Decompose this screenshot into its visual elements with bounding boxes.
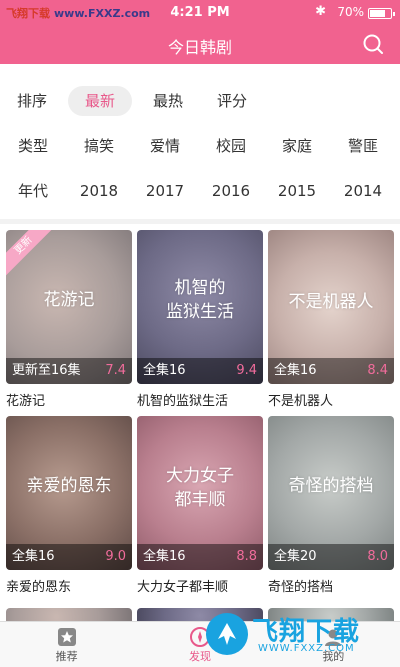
year-option-2018[interactable]: 2018 <box>66 176 132 206</box>
drama-name[interactable]: 机智的监狱生活 <box>137 390 263 409</box>
drama-name[interactable]: 大力女子都丰顺 <box>137 576 263 595</box>
sort-row: 排序 最新 最热 评分 <box>0 78 400 123</box>
poster-title: 亲爱的恩东 <box>26 476 112 496</box>
app-header: 今日韩剧 <box>0 26 400 64</box>
rating-score: 8.4 <box>367 363 388 378</box>
poster-title: 不是机器人 <box>288 292 374 312</box>
watermark-logo: 飞翔下载 WWW.FXXZ.COM <box>204 607 394 661</box>
update-ribbon: 更新 <box>6 230 58 280</box>
search-icon[interactable] <box>362 33 384 55</box>
year-row: 年代 2018 2017 2016 2015 2014 <box>0 168 400 213</box>
poster-info-bar: 更新至16集 7.4 <box>6 358 132 384</box>
bluetooth-icon: ✱ <box>315 4 326 19</box>
page-title: 今日韩剧 <box>167 38 232 57</box>
poster-title: 花游记 <box>43 290 95 310</box>
poster-info-bar: 全集20 8.0 <box>268 544 394 570</box>
genre-option-crime[interactable]: 警匪 <box>330 131 396 161</box>
drama-poster[interactable]: 大力女子 都丰顺 全集16 8.8 <box>137 416 263 570</box>
watermark-site: WWW.FXXZ.COM <box>258 643 355 654</box>
drama-card[interactable]: 大力女子 都丰顺 全集16 8.8 大力女子都丰顺 <box>137 416 263 595</box>
poster-info-bar: 全集16 8.8 <box>137 544 263 570</box>
poster-title: 奇怪的搭档 <box>288 476 374 496</box>
drama-card[interactable]: 不是机器人 全集16 8.4 不是机器人 <box>268 230 394 409</box>
year-option-2016[interactable]: 2016 <box>198 176 264 206</box>
rating-score: 8.0 <box>367 549 388 564</box>
drama-poster-partial[interactable] <box>6 608 132 622</box>
genre-option-romance[interactable]: 爱情 <box>132 131 198 161</box>
drama-card[interactable]: 更新 花游记 更新至16集 7.4 花游记 <box>6 230 132 409</box>
genre-option-school[interactable]: 校园 <box>198 131 264 161</box>
episode-status: 全集20 <box>274 549 317 564</box>
poster-title: 机智的 监狱生活 <box>166 278 234 322</box>
sort-option-rating[interactable]: 评分 <box>200 86 264 116</box>
year-option-2017[interactable]: 2017 <box>132 176 198 206</box>
drama-poster[interactable]: 机智的 监狱生活 全集16 9.4 <box>137 230 263 384</box>
sort-option-newest[interactable]: 最新 <box>68 85 132 116</box>
episode-status: 全集16 <box>274 363 317 378</box>
drama-card[interactable]: 奇怪的搭档 全集20 8.0 奇怪的搭档 <box>268 416 394 595</box>
episode-status: 全集16 <box>143 549 186 564</box>
drama-name[interactable]: 花游记 <box>6 390 132 409</box>
drama-name[interactable]: 奇怪的搭档 <box>268 576 394 595</box>
drama-poster[interactable]: 更新 花游记 更新至16集 7.4 <box>6 230 132 384</box>
poster-title: 大力女子 都丰顺 <box>166 466 234 510</box>
filter-panel: 排序 最新 最热 评分 类型 搞笑 爱情 校园 家庭 警匪 年代 2018 20… <box>0 64 400 219</box>
sort-option-hottest[interactable]: 最热 <box>136 86 200 116</box>
sort-label: 排序 <box>16 91 47 110</box>
drama-poster[interactable]: 奇怪的搭档 全集20 8.0 <box>268 416 394 570</box>
genre-label: 类型 <box>17 136 48 155</box>
rating-score: 9.4 <box>236 363 257 378</box>
drama-name[interactable]: 不是机器人 <box>268 390 394 409</box>
rating-score: 8.8 <box>236 549 257 564</box>
year-label: 年代 <box>17 181 48 200</box>
tab-recommend[interactable]: 推荐 <box>0 622 133 667</box>
drama-poster[interactable]: 不是机器人 全集16 8.4 <box>268 230 394 384</box>
drama-card[interactable]: 机智的 监狱生活 全集16 9.4 机智的监狱生活 <box>137 230 263 409</box>
episode-status: 全集16 <box>12 549 55 564</box>
poster-info-bar: 全集16 9.0 <box>6 544 132 570</box>
rating-score: 7.4 <box>105 363 126 378</box>
drama-poster[interactable]: 亲爱的恩东 全集16 9.0 <box>6 416 132 570</box>
genre-row: 类型 搞笑 爱情 校园 家庭 警匪 <box>0 123 400 168</box>
episode-status: 全集16 <box>143 363 186 378</box>
battery-icon <box>368 8 395 19</box>
drama-grid: 更新 花游记 更新至16集 7.4 花游记 机智的 监狱生活 全集16 9.4 … <box>0 224 400 622</box>
drama-name[interactable]: 亲爱的恩东 <box>6 576 132 595</box>
logo-icon <box>206 613 248 655</box>
genre-option-comedy[interactable]: 搞笑 <box>66 131 132 161</box>
episode-status: 更新至16集 <box>12 363 81 378</box>
year-option-2014[interactable]: 2014 <box>330 176 396 206</box>
year-option-2015[interactable]: 2015 <box>264 176 330 206</box>
genre-option-family[interactable]: 家庭 <box>264 131 330 161</box>
status-bar: 飞翔下载 www.FXXZ.com 4:21 PM ✱ 70% <box>0 0 400 26</box>
drama-card[interactable]: 亲爱的恩东 全集16 9.0 亲爱的恩东 <box>6 416 132 595</box>
star-icon <box>57 628 76 646</box>
tab-label: 推荐 <box>55 650 78 663</box>
rating-score: 9.0 <box>105 549 126 564</box>
poster-info-bar: 全集16 9.4 <box>137 358 263 384</box>
battery-percent: 70% <box>337 5 364 19</box>
poster-info-bar: 全集16 8.4 <box>268 358 394 384</box>
